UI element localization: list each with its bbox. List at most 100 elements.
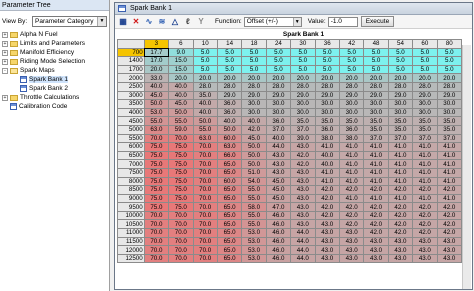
table-cell[interactable]: 43.0 — [338, 228, 365, 238]
table-cell[interactable]: 41.0 — [412, 159, 438, 169]
table-cell[interactable]: 43.0 — [314, 219, 340, 230]
table-cell[interactable]: 45.0 — [241, 133, 267, 144]
row-header[interactable]: 11500 — [117, 236, 145, 247]
table-cell[interactable]: 5.0 — [412, 47, 438, 58]
table-cell[interactable]: 30.0 — [363, 107, 389, 118]
table-cell[interactable]: 43.0 — [290, 193, 316, 204]
table-cell[interactable]: 70.0 — [168, 236, 194, 247]
table-cell[interactable]: 28.0 — [387, 81, 414, 92]
row-header[interactable]: 9500 — [117, 202, 145, 212]
table-cell[interactable]: 20.0 — [363, 73, 389, 83]
view-by-dropdown[interactable]: Parameter Category ▼ — [32, 15, 107, 27]
table-cell[interactable]: 41.0 — [338, 142, 365, 152]
table-cell[interactable]: 46.0 — [265, 253, 292, 264]
table-cell[interactable]: 65.0 — [216, 236, 243, 247]
table-cell[interactable]: 42.0 — [436, 219, 463, 230]
row-header[interactable]: 12000 — [117, 245, 145, 255]
table-cell[interactable]: 42.0 — [314, 210, 340, 221]
table-cell[interactable]: 30.0 — [338, 107, 365, 118]
table-cell[interactable]: 36.0 — [265, 116, 292, 126]
table-cell[interactable]: 20.0 — [265, 73, 292, 83]
table-cell[interactable]: 36.0 — [338, 124, 365, 135]
table-cell[interactable]: 43.0 — [436, 245, 463, 255]
table-cell[interactable]: 66.0 — [216, 150, 243, 161]
expand-icon[interactable]: + — [2, 58, 8, 65]
table-cell[interactable]: 45.0 — [143, 90, 170, 101]
table-cell[interactable]: 41.0 — [338, 159, 365, 169]
table-cell[interactable]: 35.0 — [436, 124, 463, 135]
table-cell[interactable]: 63.0 — [216, 142, 243, 152]
table-cell[interactable]: 42.0 — [387, 202, 414, 212]
table-cell[interactable]: 41.0 — [412, 193, 438, 204]
tree-item[interactable]: + Manifold Efficiency — [2, 48, 109, 57]
table-cell[interactable]: 46.0 — [265, 210, 292, 221]
table-cell[interactable]: 70.0 — [192, 236, 218, 247]
chevron-down-icon[interactable]: ▼ — [97, 16, 106, 26]
table-cell[interactable]: 70.0 — [192, 142, 218, 152]
tree-item[interactable]: Calibration Code — [2, 102, 109, 111]
table-cell[interactable]: 70.0 — [143, 133, 170, 144]
table-cell[interactable]: 43.0 — [436, 236, 463, 247]
table-cell[interactable]: 5.0 — [216, 47, 243, 58]
table-cell[interactable]: 42.0 — [290, 150, 316, 161]
tree-item[interactable]: + Throttle Calculations — [2, 93, 109, 102]
table-cell[interactable]: 43.0 — [314, 245, 340, 255]
table-cell[interactable]: 35.0 — [436, 116, 463, 126]
table-cell[interactable]: 75.0 — [143, 193, 170, 204]
table-cell[interactable]: 5.0 — [436, 64, 463, 75]
table-cell[interactable]: 65.0 — [216, 219, 243, 230]
table-cell[interactable]: 41.0 — [338, 167, 365, 178]
table-cell[interactable]: 40.0 — [265, 133, 292, 144]
table-cell[interactable]: 43.0 — [314, 228, 340, 238]
table-cell[interactable]: 43.0 — [363, 236, 389, 247]
table-cell[interactable]: 55.0 — [143, 116, 170, 126]
table-cell[interactable]: 70.0 — [168, 219, 194, 230]
table-cell[interactable]: 70.0 — [192, 253, 218, 264]
table-cell[interactable]: 5.0 — [412, 64, 438, 75]
table-cell[interactable]: 30.0 — [314, 107, 340, 118]
table-cell[interactable]: 20.0 — [192, 73, 218, 83]
table-cell[interactable]: 43.0 — [387, 245, 414, 255]
table-cell[interactable]: 36.0 — [216, 99, 243, 109]
table-cell[interactable]: 43.0 — [412, 236, 438, 247]
table-cell[interactable]: 5.0 — [412, 56, 438, 66]
table-cell[interactable]: 42.0 — [314, 202, 340, 212]
table-cell[interactable]: 5.0 — [338, 64, 365, 75]
save-icon[interactable]: ▦ — [118, 17, 128, 27]
table-cell[interactable]: 44.0 — [290, 236, 316, 247]
table-cell[interactable]: 43.0 — [290, 176, 316, 187]
table-cell[interactable]: 42.0 — [363, 210, 389, 221]
column-header[interactable]: 60 — [412, 39, 438, 49]
table-cell[interactable]: 42.0 — [436, 202, 463, 212]
tree-item[interactable]: + Riding Mode Selection — [2, 57, 109, 66]
table-cell[interactable]: 41.0 — [363, 167, 389, 178]
table-cell[interactable]: 55.0 — [241, 193, 267, 204]
table-cell[interactable]: 75.0 — [143, 167, 170, 178]
table-cell[interactable]: 46.0 — [265, 228, 292, 238]
expand-icon[interactable]: + — [2, 31, 8, 38]
table-cell[interactable]: 70.0 — [143, 210, 170, 221]
table-cell[interactable]: 20.0 — [412, 73, 438, 83]
table-cell[interactable]: 53.0 — [241, 236, 267, 247]
table-cell[interactable]: 5.0 — [241, 56, 267, 66]
table-cell[interactable]: 70.0 — [143, 253, 170, 264]
table-cell[interactable]: 54.0 — [241, 176, 267, 187]
table-cell[interactable]: 15.0 — [168, 64, 194, 75]
row-header[interactable]: 6500 — [117, 150, 145, 161]
table-cell[interactable]: 65.0 — [216, 210, 243, 221]
table-cell[interactable]: 36.0 — [314, 124, 340, 135]
table-cell[interactable]: 53.0 — [241, 228, 267, 238]
table-cell[interactable]: 41.0 — [338, 150, 365, 161]
table-cell[interactable]: 41.0 — [338, 176, 365, 187]
table-cell[interactable]: 75.0 — [168, 142, 194, 152]
table-cell[interactable]: 5.0 — [363, 47, 389, 58]
table-cell[interactable]: 50.0 — [241, 159, 267, 169]
table-cell[interactable]: 35.0 — [387, 124, 414, 135]
row-header[interactable]: 6000 — [117, 142, 145, 152]
row-header[interactable]: 9000 — [117, 193, 145, 204]
column-header[interactable]: 14 — [216, 39, 243, 49]
table-cell[interactable]: 40.0 — [241, 116, 267, 126]
table-cell[interactable]: 70.0 — [192, 219, 218, 230]
table-cell[interactable]: 5.0 — [265, 56, 292, 66]
table-cell[interactable]: 30.0 — [290, 99, 316, 109]
